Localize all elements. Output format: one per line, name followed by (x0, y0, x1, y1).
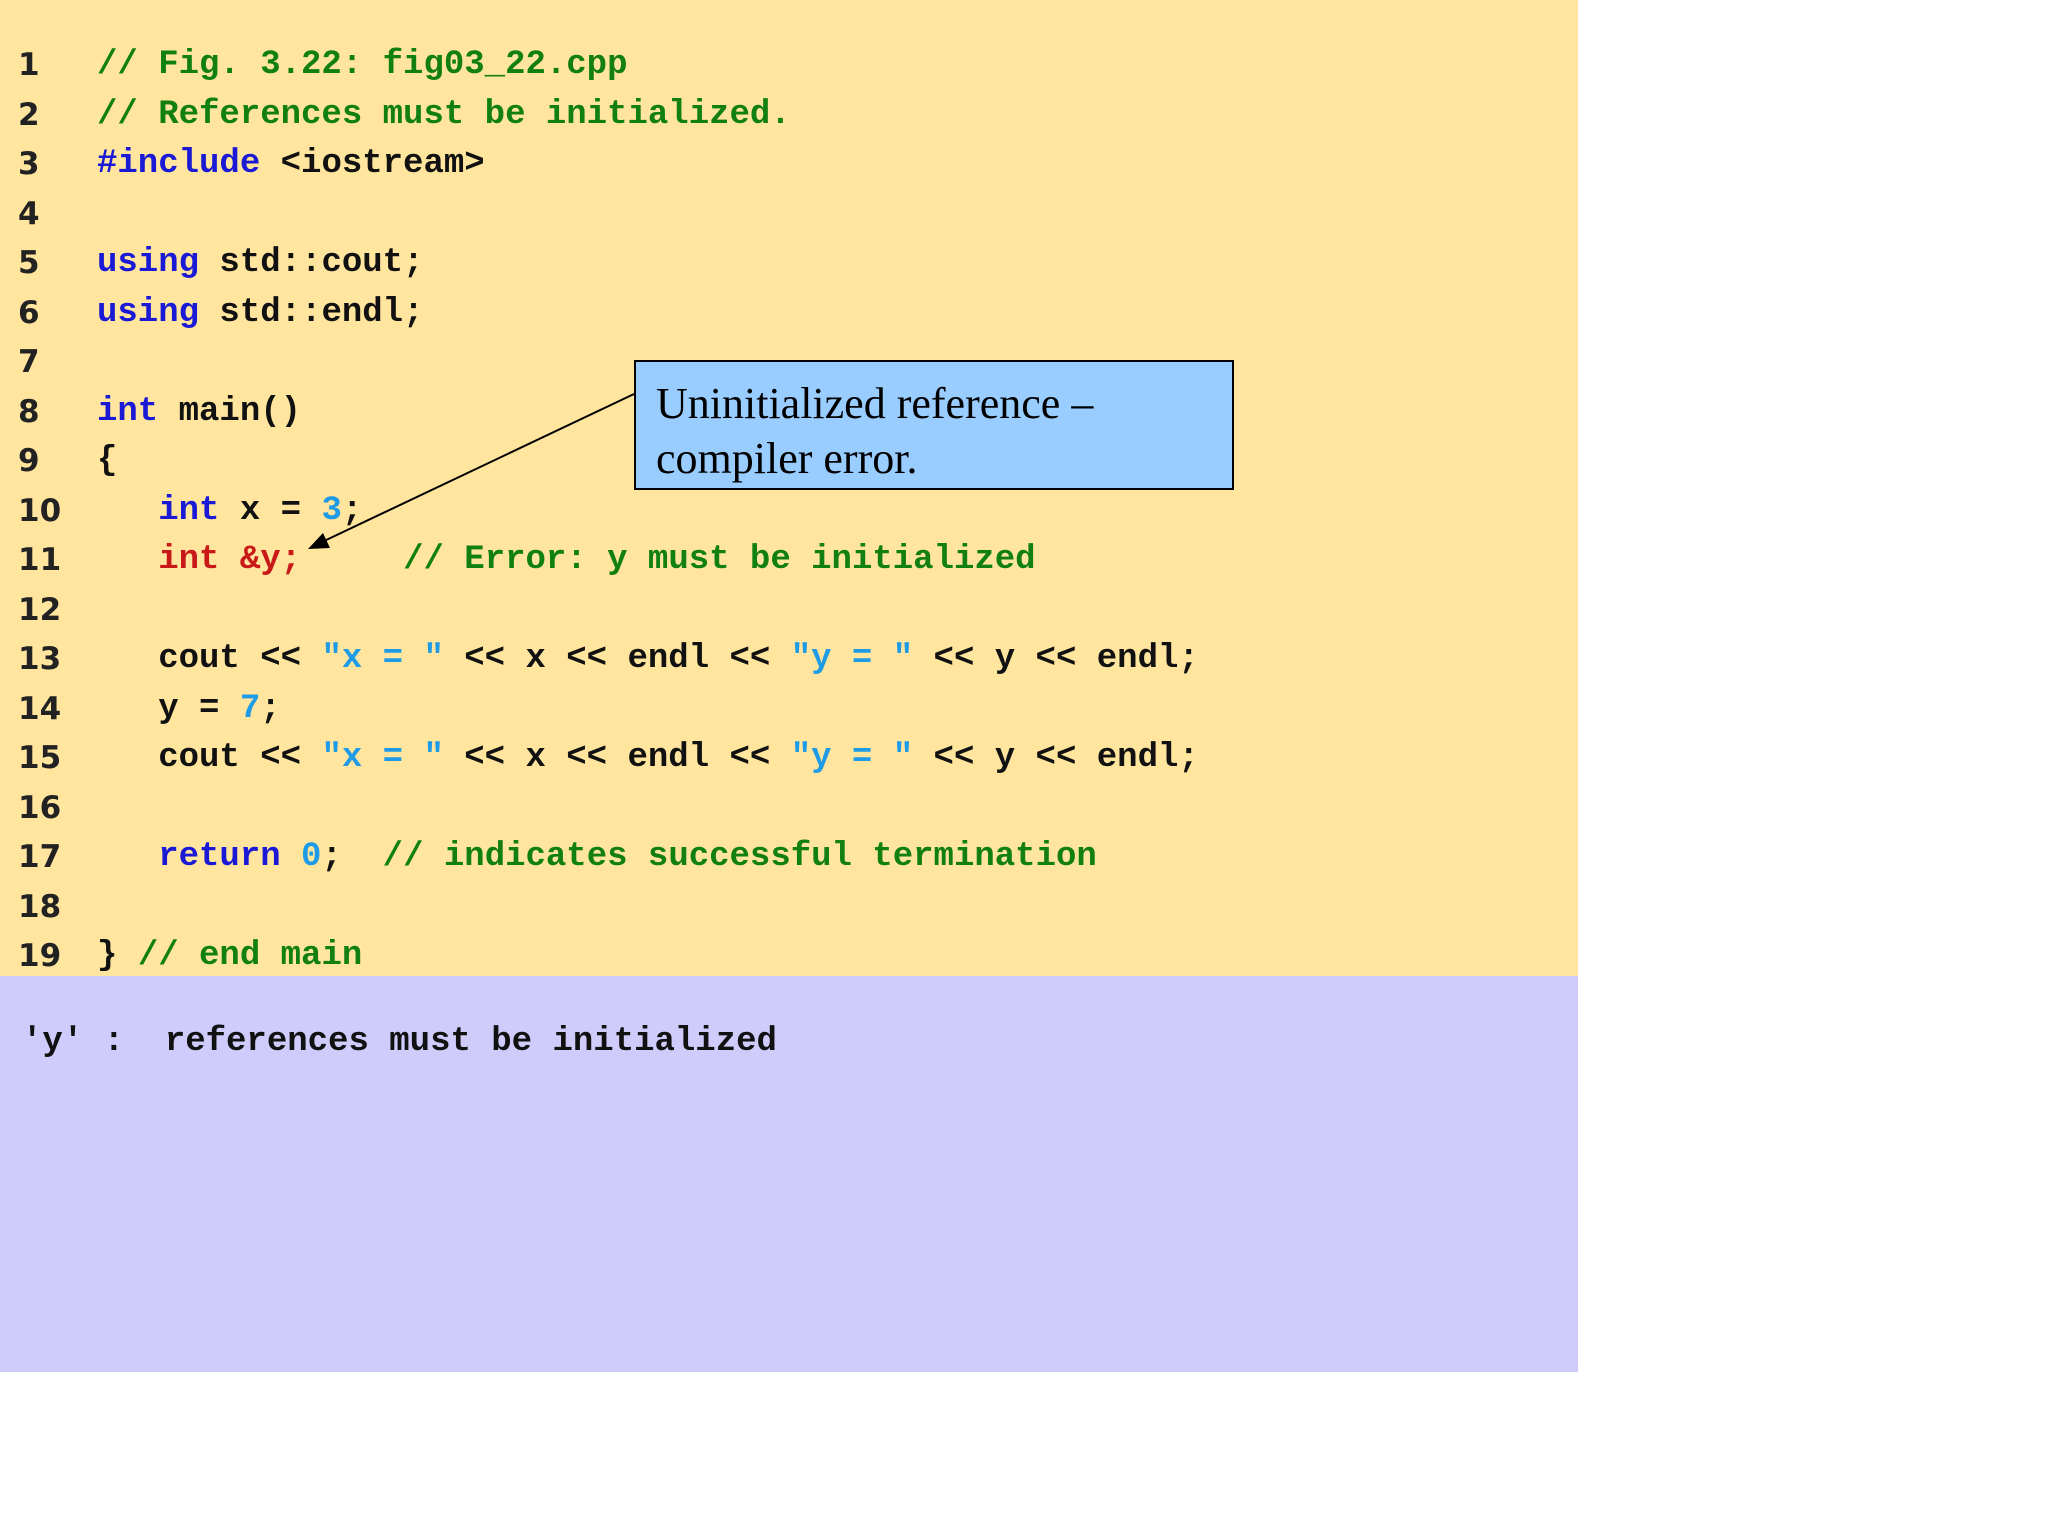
code-text: return 0; // indicates successful termin… (97, 832, 1097, 882)
code-line: 5 using std::cout; (0, 238, 1578, 288)
code-token: << y << endl; (913, 640, 1199, 678)
code-text: // References must be initialized. (97, 90, 791, 140)
code-token: << x << endl << (443, 739, 791, 777)
callout-line-2: compiler error. (656, 434, 918, 483)
code-token: // indicates successful termination (382, 838, 1097, 876)
callout-box: Uninitialized reference – compiler error… (634, 360, 1234, 490)
line-number: 10 (18, 492, 62, 529)
code-line: 10 int x = 3; (0, 486, 1578, 536)
code-text: cout << "x = " << x << endl << "y = " <<… (97, 634, 1199, 684)
line-number: 17 (18, 839, 62, 875)
line-number: 16 (18, 789, 62, 826)
code-text: cout << "x = " << x << endl << "y = " <<… (97, 733, 1199, 783)
line-number: 13 (18, 641, 62, 677)
line-number: 4 (18, 195, 40, 232)
code-text: // Fig. 3.22: fig03_22.cpp (97, 40, 628, 90)
line-number: 8 (18, 393, 40, 430)
code-token: ; (321, 838, 383, 876)
line-number: 2 (18, 96, 40, 133)
code-line: 4 (0, 189, 1578, 239)
code-line: 11 int &y; // Error: y must be initializ… (0, 535, 1578, 585)
code-line: 3 #include <iostream> (0, 139, 1578, 189)
code-token: { (97, 442, 118, 480)
code-token: ; (341, 491, 363, 530)
code-line: 15 cout << "x = " << x << endl << "y = "… (0, 733, 1578, 783)
code-token: return (158, 838, 281, 876)
code-token: int (158, 491, 220, 530)
line-number: 14 (18, 690, 62, 727)
code-token: #include (97, 145, 261, 183)
code-token: cout << (97, 640, 322, 678)
code-token: std::endl; (199, 293, 424, 332)
code-token: "x = " (321, 640, 444, 678)
code-token: // end main (137, 937, 363, 975)
line-number: 9 (18, 443, 40, 479)
code-token: // References must be initialized. (97, 95, 791, 134)
line-number: 12 (18, 591, 62, 628)
code-line: 1 // Fig. 3.22: fig03_22.cpp (0, 40, 1578, 90)
code-token: "x = " (321, 739, 444, 777)
line-number: 7 (18, 344, 40, 380)
code-token: y = (97, 689, 240, 728)
code-line: 6 using std::endl; (0, 288, 1578, 338)
code-line: 16 (0, 783, 1578, 833)
code-token: using (97, 293, 200, 332)
code-token: << x << endl << (443, 640, 791, 678)
line-number: 15 (18, 740, 62, 776)
code-text: y = 7; (97, 684, 281, 734)
callout-line-1: Uninitialized reference – (656, 379, 1094, 428)
code-token: int &y; (158, 541, 302, 579)
code-token: std::cout; (199, 244, 424, 282)
code-line: 12 (0, 585, 1578, 635)
code-token: main() (158, 392, 302, 431)
code-text: int x = 3; (97, 486, 362, 536)
code-token: << y << endl; (913, 739, 1199, 777)
code-token: x = (219, 491, 322, 530)
code-line: 13 cout << "x = " << x << endl << "y = "… (0, 634, 1578, 684)
code-line: 19} // end main (0, 931, 1578, 981)
code-line: 2 // References must be initialized. (0, 90, 1578, 140)
line-number: 3 (18, 146, 40, 182)
code-token: ; (260, 689, 281, 728)
code-text: using std::cout; (97, 238, 423, 288)
line-number: 1 (18, 47, 40, 83)
code-token: <iostream> (260, 145, 485, 183)
code-token: "y = " (790, 739, 914, 777)
code-token: "y = " (790, 640, 914, 678)
line-number: 6 (18, 294, 40, 331)
line-number: 11 (18, 542, 62, 578)
code-token: 0 (301, 838, 322, 876)
compiler-output: 'y' : references must be initialized (22, 1023, 777, 1061)
code-token: int (97, 392, 159, 431)
code-token: 7 (239, 689, 261, 728)
code-text: } // end main (97, 931, 362, 981)
code-token: // Fig. 3.22: fig03_22.cpp (97, 46, 628, 84)
line-number: 5 (18, 245, 40, 281)
code-text: int main() (97, 387, 301, 437)
code-token: using (97, 244, 200, 282)
code-token: 3 (321, 491, 342, 530)
code-text: #include <iostream> (97, 139, 485, 189)
line-number: 18 (18, 888, 62, 925)
code-text: { (97, 436, 117, 486)
line-number: 19 (18, 938, 62, 974)
code-token: } (97, 937, 138, 975)
code-text: using std::endl; (97, 288, 423, 338)
code-token: // Error: y must be initialized (403, 541, 1036, 579)
code-line: 17 return 0; // indicates successful ter… (0, 832, 1578, 882)
code-line: 14 y = 7; (0, 684, 1578, 734)
code-token: cout << (97, 739, 322, 777)
code-text: int &y; // Error: y must be initialized (97, 535, 1036, 585)
code-line: 18 (0, 882, 1578, 932)
